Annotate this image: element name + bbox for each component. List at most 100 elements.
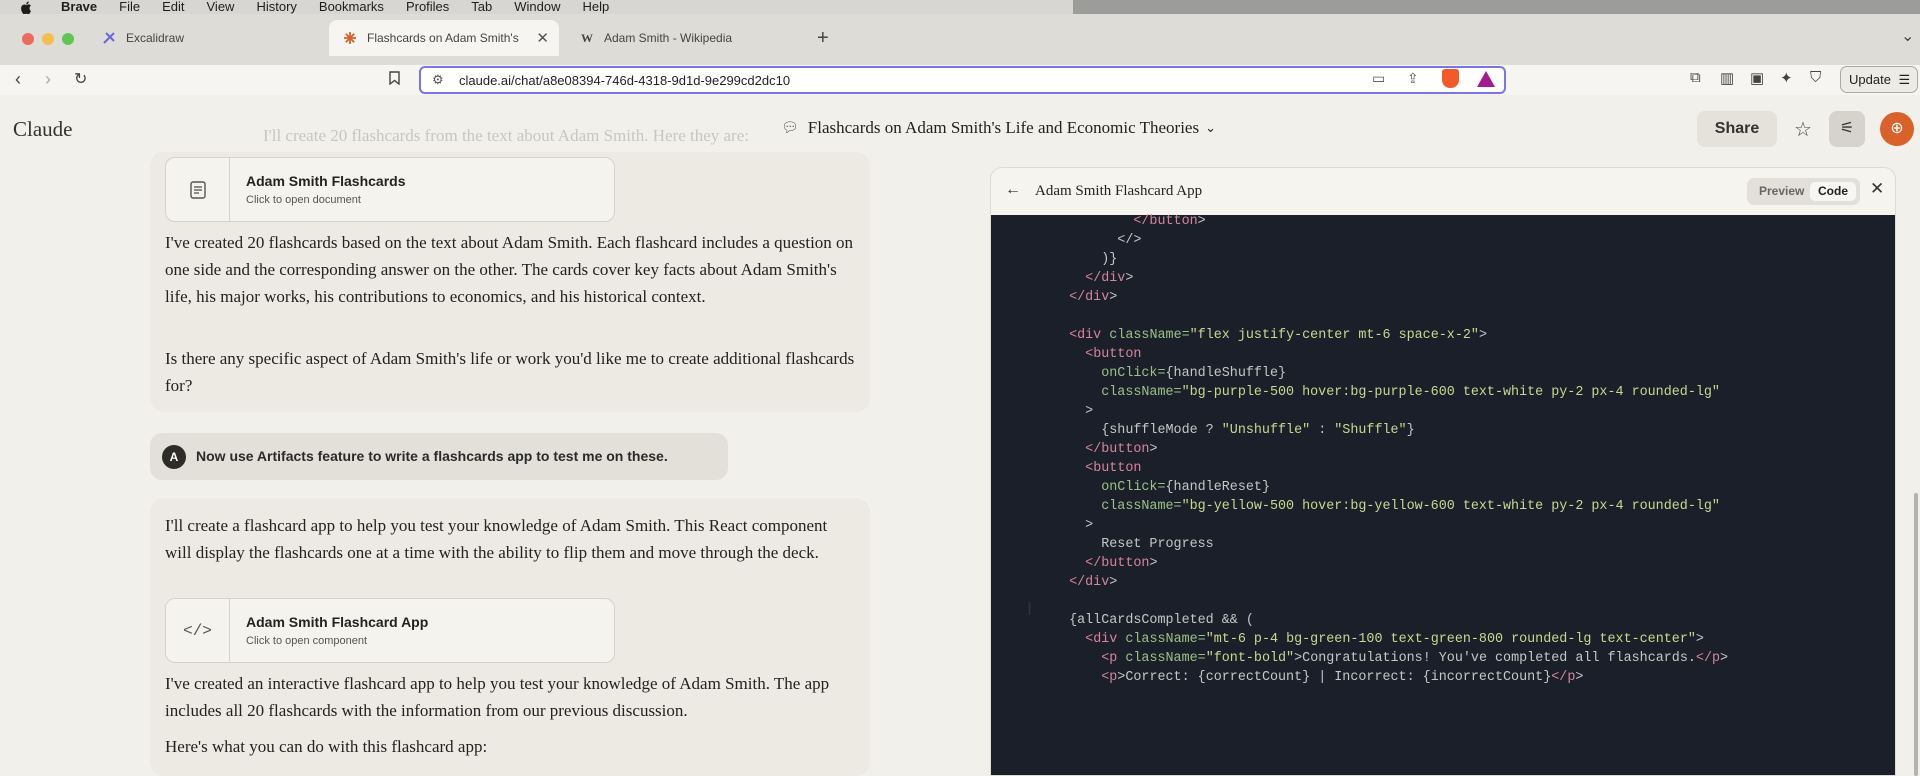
code-line: Reset Progress xyxy=(1053,537,1214,552)
forward-arrow-icon[interactable]: › xyxy=(45,69,51,90)
leo-ai-icon[interactable]: ✦ xyxy=(1780,69,1793,87)
code-scrollbar[interactable] xyxy=(1914,493,1918,776)
code-line: > xyxy=(1085,404,1094,419)
menu-help[interactable]: Help xyxy=(583,0,610,14)
code-line: )} xyxy=(1053,252,1118,267)
claude-avatar-icon[interactable]: ⊕ xyxy=(1880,112,1914,146)
close-icon[interactable]: ✕ xyxy=(1870,179,1884,199)
faded-message-text: I'll create 20 flashcards from the text … xyxy=(263,126,749,145)
artifact-card-flashcard-app-component[interactable]: </> Adam Smith Flashcard App Click to op… xyxy=(165,598,615,663)
chat-bubble-icon: 💬︎ xyxy=(781,120,799,136)
assistant-paragraph: Here's what you can do with this flashca… xyxy=(165,737,488,756)
brave-shields-icon[interactable] xyxy=(1442,69,1459,88)
code-viewer[interactable]: </button> </> )} </div> </div> <div clas… xyxy=(991,214,1895,775)
code-line: </div> xyxy=(1085,271,1134,286)
menu-profiles[interactable]: Profiles xyxy=(406,0,449,14)
artifact-subtitle: Click to open document xyxy=(246,194,361,206)
browser-tab-strip: Excalidraw Flashcards on Adam Smith's ✕ … xyxy=(0,14,1920,65)
preview-tab[interactable]: Preview xyxy=(1751,182,1812,201)
user-message-text: Now use Artifacts feature to write a fla… xyxy=(196,448,668,464)
code-line: <p>Correct: {correctCount} | Incorrect: … xyxy=(1101,670,1584,685)
code-line: </div> xyxy=(1069,290,1118,305)
tab-label: Adam Smith - Wikipedia xyxy=(604,31,733,45)
code-line: {allCardsCompleted && ( xyxy=(1053,613,1254,628)
code-line: </button> xyxy=(1133,214,1206,229)
bookmark-icon[interactable] xyxy=(389,71,400,88)
back-arrow-icon[interactable]: ‹ xyxy=(15,69,21,90)
menu-history[interactable]: History xyxy=(256,0,296,14)
code-line: <p className="font-bold">Congratulations… xyxy=(1101,651,1729,666)
code-line: </> xyxy=(1053,233,1142,248)
back-arrow-icon[interactable]: ← xyxy=(1005,181,1021,199)
claude-logo[interactable]: Claude xyxy=(13,117,72,142)
code-line: <div className="flex justify-center mt-6… xyxy=(1069,328,1487,343)
close-window-button[interactable] xyxy=(22,33,34,45)
menu-bookmarks[interactable]: Bookmarks xyxy=(319,0,384,14)
menu-window[interactable]: Window xyxy=(514,0,560,14)
code-tab[interactable]: Code xyxy=(1810,182,1856,201)
star-icon[interactable]: ☆ xyxy=(1794,117,1812,142)
code-line: className="bg-yellow-500 hover:bg-yellow… xyxy=(1101,499,1720,514)
document-icon xyxy=(166,158,230,221)
browser-toolbar: ‹ › ↻ ⚙ claude.ai/chat/a8e08394-746d-431… xyxy=(0,65,1920,95)
assistant-paragraph: I've created an interactive flashcard ap… xyxy=(165,674,830,720)
new-tab-plus-icon[interactable]: + xyxy=(817,27,829,50)
tab-wikipedia[interactable]: W Adam Smith - Wikipedia xyxy=(566,20,806,56)
menu-edit[interactable]: Edit xyxy=(162,0,184,14)
apple-icon[interactable] xyxy=(20,1,33,14)
sidebar-icon[interactable]: ▥ xyxy=(1720,69,1734,87)
tab-label: Excalidraw xyxy=(126,31,185,45)
user-avatar: A xyxy=(162,445,186,469)
assistant-paragraph: Is there any specific aspect of Adam Smi… xyxy=(165,349,855,395)
minimize-window-button[interactable] xyxy=(42,33,54,45)
tab-flashcards-active[interactable]: Flashcards on Adam Smith's ✕ xyxy=(329,20,559,56)
address-bar[interactable]: ⚙ claude.ai/chat/a8e08394-746d-4318-9d1d… xyxy=(419,66,1506,94)
artifact-card-flashcards-document[interactable]: Adam Smith Flashcards Click to open docu… xyxy=(165,157,615,222)
menu-tab[interactable]: Tab xyxy=(471,0,492,14)
artifact-title: Adam Smith Flashcard App xyxy=(246,614,429,630)
assistant-paragraph: I've created 20 flashcards based on the … xyxy=(165,233,854,306)
update-label: Update xyxy=(1849,72,1891,87)
artifact-panel-header: ← Adam Smith Flashcard App Preview Code … xyxy=(991,168,1895,215)
text-cursor-icon: I xyxy=(1027,599,1033,619)
menu-file[interactable]: File xyxy=(119,0,140,14)
tab-excalidraw[interactable]: Excalidraw xyxy=(88,20,328,56)
menu-app-name[interactable]: Brave xyxy=(61,0,97,14)
zoom-window-button[interactable] xyxy=(62,33,74,45)
artifact-panel-title: Adam Smith Flashcard App xyxy=(1035,183,1203,199)
wallet-icon[interactable]: ▣ xyxy=(1750,69,1764,87)
tab-list-chevron-icon[interactable]: ⌄ xyxy=(1901,26,1914,46)
url-text[interactable]: claude.ai/chat/a8e08394-746d-4318-9d1d-9… xyxy=(459,73,790,88)
vpn-shield-icon[interactable]: ⛉ xyxy=(1810,69,1821,86)
artifact-subtitle: Click to open component xyxy=(246,635,368,647)
macos-menu-bar: Brave File Edit View History Bookmarks P… xyxy=(0,0,1920,20)
assistant-paragraph: I'll create a flashcard app to help you … xyxy=(165,516,828,562)
chat-controls-sliders-icon[interactable]: ⚟ xyxy=(1829,111,1865,147)
menu-view[interactable]: View xyxy=(207,0,235,14)
close-tab-icon[interactable]: ✕ xyxy=(536,29,549,47)
update-button[interactable]: Update ☰ xyxy=(1840,66,1918,93)
preview-code-toggle: Preview Code xyxy=(1747,178,1860,205)
excalidraw-icon xyxy=(102,31,116,45)
user-message: A Now use Artifacts feature to write a f… xyxy=(150,433,728,480)
code-line: <div className="mt-6 p-4 bg-green-100 te… xyxy=(1085,632,1704,647)
code-line: {shuffleMode ? "Unshuffle" : "Shuffle"} xyxy=(1053,423,1415,438)
tab-label: Flashcards on Adam Smith's xyxy=(367,31,519,45)
share-button[interactable]: Share xyxy=(1697,111,1777,147)
brave-rewards-icon[interactable] xyxy=(1477,71,1495,87)
code-line: </button> xyxy=(1085,556,1158,571)
hamburger-menu-icon: ☰ xyxy=(1898,72,1911,87)
claude-icon xyxy=(343,31,357,45)
code-line: <button xyxy=(1085,461,1142,476)
code-icon: </> xyxy=(166,599,230,662)
artifact-title: Adam Smith Flashcards xyxy=(246,173,406,189)
cast-icon[interactable]: ▭ xyxy=(1372,70,1385,87)
share-page-icon[interactable]: ⇪ xyxy=(1407,70,1419,87)
conversation-title-dropdown[interactable]: 💬︎ Flashcards on Adam Smith's Life and E… xyxy=(781,118,1216,138)
site-settings-icon[interactable]: ⚙ xyxy=(432,72,444,88)
code-line: </div> xyxy=(1069,575,1118,590)
reload-icon[interactable]: ↻ xyxy=(74,69,87,89)
extensions-icon[interactable]: ⧉ xyxy=(1690,69,1701,86)
code-line: </button> xyxy=(1085,442,1158,457)
code-line: > xyxy=(1085,518,1094,533)
